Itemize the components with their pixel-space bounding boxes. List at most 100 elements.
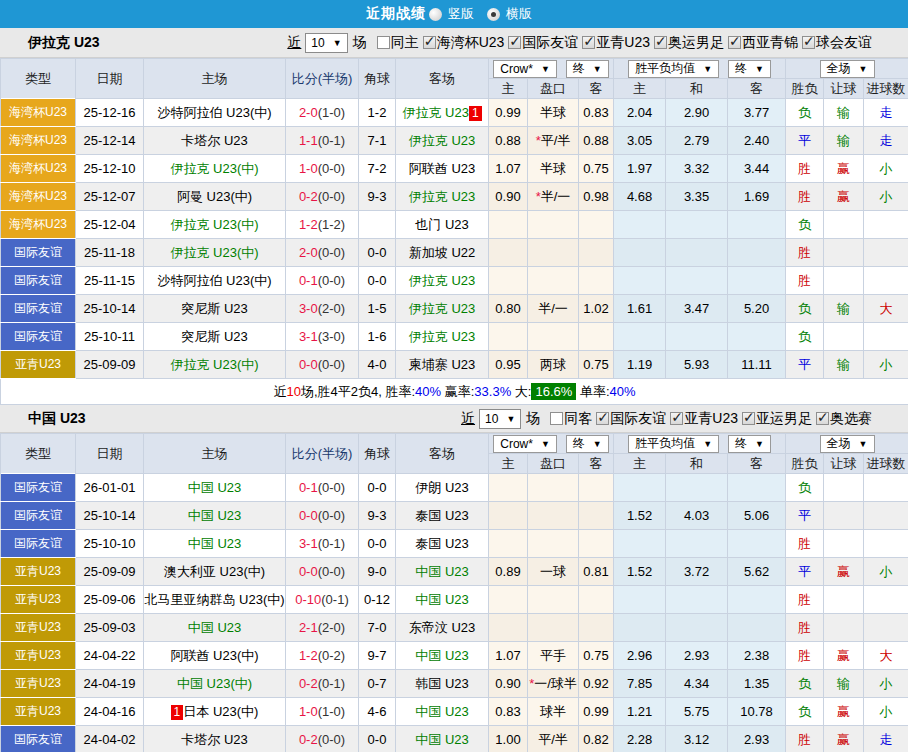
dropdown-全场[interactable]: 全场▼ xyxy=(820,60,875,78)
away-team-cell: 伊朗 U23 xyxy=(396,474,489,502)
odds-draw-cell: 3.35 xyxy=(666,183,728,211)
competition-checkbox-0[interactable] xyxy=(423,36,436,49)
handicap-away-odds-cell: 0.92 xyxy=(579,670,614,698)
result-value: 胜 xyxy=(798,648,811,663)
handicap-value: 半/一 xyxy=(541,189,571,204)
competition-checkbox-4[interactable] xyxy=(728,36,741,49)
dropdown-终[interactable]: 终▼ xyxy=(566,435,609,453)
competition-checkbox-3[interactable] xyxy=(816,412,829,425)
goals-result-cell: 小 xyxy=(864,183,908,211)
col-header-date: 日期 xyxy=(76,59,144,99)
dropdown-终[interactable]: 终▼ xyxy=(728,435,771,453)
dropdown-胜平负均值[interactable]: 胜平负均值▼ xyxy=(628,60,719,78)
home-team-name: 沙特阿拉伯 U23(中) xyxy=(157,273,271,288)
home-team-name: 中国 U23 xyxy=(188,480,241,495)
competition-checkbox-0[interactable] xyxy=(596,412,609,425)
result-value: 胜 xyxy=(798,592,811,607)
dropdown-Crow*[interactable]: Crow*▼ xyxy=(493,60,557,78)
landscape-label[interactable]: 横版 xyxy=(506,5,532,23)
full-time-score: 0-1 xyxy=(299,480,318,495)
near-link[interactable]: 近 xyxy=(461,410,475,428)
odds-home-cell xyxy=(614,267,666,295)
home-team-name: 伊拉克 U23(中) xyxy=(170,245,258,260)
matches-count-select[interactable]: 10▼ xyxy=(479,409,521,429)
competition-label-0: 海湾杯U23 xyxy=(437,34,505,52)
corner-score: 9-3 xyxy=(368,189,387,204)
result-value: 胜 xyxy=(798,732,811,747)
col-header-h_away: 客 xyxy=(579,79,614,99)
home-team-name: 沙特阿拉伯 U23(中) xyxy=(157,105,271,120)
handicap-result-cell: 输 xyxy=(824,127,864,155)
dropdown-终[interactable]: 终▼ xyxy=(566,60,609,78)
odds-draw-cell xyxy=(666,267,728,295)
away-team-cell: 中国 U23 xyxy=(396,642,489,670)
odds-away-cell: 5.06 xyxy=(728,502,786,530)
score-cell: 3-1(3-0) xyxy=(286,323,359,351)
home-team-name: 日本 U23(中) xyxy=(183,704,258,719)
competition-checkbox-3[interactable] xyxy=(654,36,667,49)
full-time-score: 0-1 xyxy=(299,273,318,288)
home-team-name: 中国 U23 xyxy=(188,508,241,523)
match-date-cell: 25-10-11 xyxy=(76,323,144,351)
corner-cell: 0-12 xyxy=(359,586,396,614)
handicap-home-odds-cell xyxy=(489,586,528,614)
score-cell: 0-2(0-1) xyxy=(286,670,359,698)
match-row: 亚青U2324-04-161日本 U23(中)1-0(1-0)4-6中国 U23… xyxy=(1,698,908,726)
match-row: 海湾杯U2325-12-16沙特阿拉伯 U23(中)2-0(1-0)1-2伊拉克… xyxy=(1,99,908,127)
match-type-badge: 国际友谊 xyxy=(1,502,75,529)
competition-checkbox-1[interactable] xyxy=(670,412,683,425)
same-venue-checkbox[interactable] xyxy=(550,412,563,425)
away-team-cell: 中国 U23 xyxy=(396,726,489,752)
competition-checkbox-5[interactable] xyxy=(802,36,815,49)
odds-draw-cell: 2.79 xyxy=(666,127,728,155)
corner-cell: 0-0 xyxy=(359,474,396,502)
corner-cell: 0-7 xyxy=(359,670,396,698)
matches-count-select[interactable]: 10▼ xyxy=(305,33,347,53)
odds-home: 2.96 xyxy=(627,648,652,663)
dropdown-全场[interactable]: 全场▼ xyxy=(820,435,875,453)
away-team-cell: 新加坡 U22 xyxy=(396,239,489,267)
dropdown-value: 全场 xyxy=(827,435,851,452)
odds-home-cell: 3.05 xyxy=(614,127,666,155)
dropdown-终[interactable]: 终▼ xyxy=(728,60,771,78)
competition-checkbox-1[interactable] xyxy=(508,36,521,49)
home-team-cell: 突尼斯 U23 xyxy=(144,323,286,351)
away-team-cell: 阿联酋 U23 xyxy=(396,155,489,183)
odds-away: 2.40 xyxy=(744,133,769,148)
goals-result-cell: 小 xyxy=(864,351,908,379)
dropdown-Crow*[interactable]: Crow*▼ xyxy=(493,435,557,453)
handicap-away-odds-cell xyxy=(579,239,614,267)
col-header-o_away: 客 xyxy=(728,454,786,474)
corner-score: 0-7 xyxy=(368,676,387,691)
handicap-result-value: 输 xyxy=(837,105,850,120)
handicap-home-odds: 0.90 xyxy=(495,189,520,204)
competition-checkbox-2[interactable] xyxy=(582,36,595,49)
odds-home-cell: 1.19 xyxy=(614,351,666,379)
landscape-radio[interactable] xyxy=(487,8,500,21)
full-time-score: 0-2 xyxy=(299,189,318,204)
match-date: 25-12-14 xyxy=(83,133,135,148)
handicap-home-odds-cell: 0.83 xyxy=(489,698,528,726)
handicap-away-odds-cell: 0.81 xyxy=(579,558,614,586)
competition-label-3: 奥运男足 xyxy=(668,34,724,52)
handicap-result-cell xyxy=(824,323,864,351)
away-team-name: 伊拉克 U23 xyxy=(409,301,475,316)
score-cell: 0-0(0-0) xyxy=(286,351,359,379)
away-team-cell: 泰国 U23 xyxy=(396,530,489,558)
result-cell: 负 xyxy=(786,323,824,351)
match-type-badge: 国际友谊 xyxy=(1,474,75,501)
goals-result-value: 小 xyxy=(880,564,893,579)
full-time-score: 3-0 xyxy=(299,301,318,316)
same-venue-checkbox[interactable] xyxy=(377,36,390,49)
portrait-radio[interactable] xyxy=(429,8,442,21)
handicap-result-value: 赢 xyxy=(837,648,850,663)
near-link[interactable]: 近 xyxy=(287,34,301,52)
portrait-label[interactable]: 竖版 xyxy=(448,5,474,23)
odds-home: 2.28 xyxy=(627,732,652,747)
competition-checkbox-2[interactable] xyxy=(742,412,755,425)
dropdown-胜平负均值[interactable]: 胜平负均值▼ xyxy=(628,435,719,453)
corner-cell: 0-0 xyxy=(359,267,396,295)
odds-home-cell xyxy=(614,239,666,267)
odds-away: 1.35 xyxy=(744,676,769,691)
match-type-badge: 国际友谊 xyxy=(1,295,75,322)
